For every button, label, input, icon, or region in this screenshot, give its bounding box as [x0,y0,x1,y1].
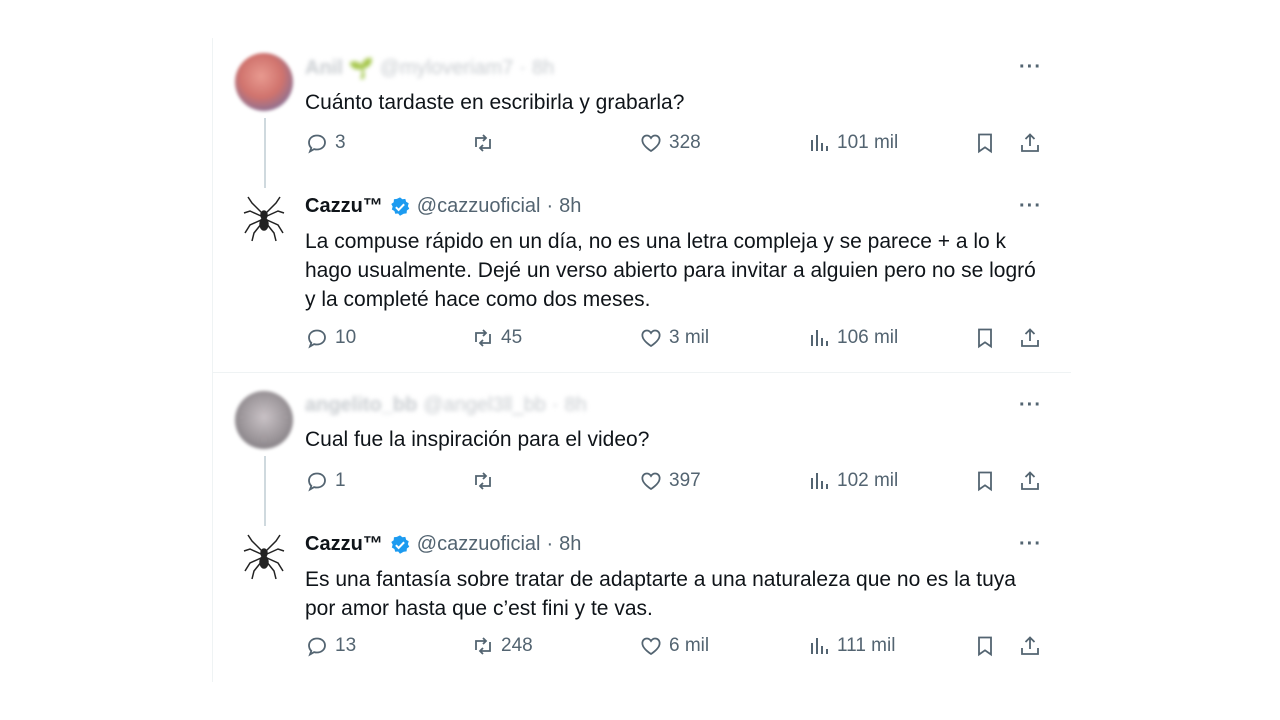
reply-icon [308,329,326,349]
author-emoji: 🌱 [348,58,374,80]
reply-icon [308,472,326,492]
more-options-button[interactable]: ··· [1019,56,1042,79]
spider-icon [243,196,285,242]
share-button[interactable] [1018,469,1042,493]
retweet-button[interactable] [471,131,501,155]
thread-connector [264,118,266,188]
more-options-button[interactable]: ··· [1019,533,1042,556]
author-handle[interactable]: @myloveriam7 [380,57,514,80]
thread-separator [213,372,1071,373]
tweet-actions: 10 45 3 mil 106 mil [305,326,1045,356]
like-count: 3 mil [669,327,710,348]
avatar[interactable] [235,391,293,449]
retweet-button[interactable]: 45 [471,326,522,350]
bookmark-button[interactable] [973,131,997,155]
author-name[interactable]: angelito_bb [305,394,417,417]
like-button[interactable]: 397 [639,469,701,493]
author-handle[interactable]: @cazzuoficial [417,195,541,218]
more-options-button[interactable]: ··· [1019,394,1042,417]
share-button[interactable] [1018,326,1042,350]
retweet-icon [475,637,491,655]
reply-count: 3 [335,132,346,153]
thread-connector [264,456,266,526]
view-count: 106 mil [837,327,899,348]
like-button[interactable]: 6 mil [639,634,709,658]
share-button[interactable] [1018,131,1042,155]
analytics-icon [811,473,828,489]
reply-icon [308,134,326,154]
view-count: 101 mil [837,132,899,153]
bookmark-icon [978,636,992,657]
views-button[interactable]: 106 mil [807,326,898,350]
share-icon [1021,328,1039,347]
analytics-icon [811,638,828,654]
reply-button[interactable]: 3 [305,131,346,155]
reply-icon [308,637,326,657]
author-handle[interactable]: @angel3ll_bb [423,394,546,417]
share-icon [1021,636,1039,655]
share-button[interactable] [1018,634,1042,658]
like-count: 397 [669,470,701,491]
tweet-text: Cual fue la inspiración para el video? [305,428,650,451]
reply-button[interactable]: 10 [305,326,356,350]
share-icon [1021,133,1039,152]
bookmark-icon [978,471,992,492]
heart-icon [641,329,661,348]
bookmark-button[interactable] [973,634,997,658]
author-name[interactable]: Anil [305,57,343,80]
tweet-text: Cuánto tardaste en escribirla y grabarla… [305,91,685,114]
avatar[interactable] [235,528,293,586]
bookmark-button[interactable] [973,326,997,350]
retweet-count: 248 [501,635,533,656]
tweet-time[interactable]: 8h [559,195,581,218]
tweet-actions: 13 248 6 mil 111 mil [305,634,1045,664]
reply-count: 13 [335,635,357,656]
author-name[interactable]: Cazzu™ [305,533,383,556]
views-button[interactable]: 111 mil [807,634,895,658]
verified-badge-icon [391,534,410,554]
share-icon [1021,471,1039,490]
bookmark-button[interactable] [973,469,997,493]
tweet-time[interactable]: 8h [532,57,554,80]
reply-count: 10 [335,327,357,348]
retweet-icon [475,472,491,490]
like-count: 6 mil [669,635,710,656]
conversation-thread: Anil 🌱 @myloveriam7 · 8h ··· Cuánto tard… [212,38,1071,682]
avatar[interactable] [235,190,293,248]
bookmark-icon [978,328,992,349]
analytics-icon [811,135,828,151]
tweet-time[interactable]: 8h [565,394,587,417]
tweet-actions: 3 328 101 mil [305,131,1045,161]
heart-icon [641,637,661,656]
tweet-actions: 1 397 102 mil [305,469,1045,499]
retweet-button[interactable] [471,469,501,493]
like-button[interactable]: 328 [639,131,701,155]
verified-badge-icon [391,196,410,216]
retweet-button[interactable]: 248 [471,634,533,658]
views-button[interactable]: 101 mil [807,131,898,155]
views-button[interactable]: 102 mil [807,469,898,493]
author-handle[interactable]: @cazzuoficial [417,533,541,556]
like-count: 328 [669,132,701,153]
avatar[interactable] [235,53,293,111]
tweet-text: La compuse rápido en un día, no es una l… [305,230,1036,311]
reply-count: 1 [335,470,346,491]
bookmark-icon [978,133,992,154]
heart-icon [641,134,661,153]
heart-icon [641,472,661,491]
retweet-icon [475,134,491,152]
reply-button[interactable]: 1 [305,469,346,493]
reply-button[interactable]: 13 [305,634,356,658]
author-name[interactable]: Cazzu™ [305,195,383,218]
retweet-icon [475,329,491,347]
view-count: 102 mil [837,470,899,491]
view-count: 111 mil [837,635,896,656]
like-button[interactable]: 3 mil [639,326,709,350]
tweet-text: Es una fantasía sobre tratar de adaptart… [305,568,1016,620]
spider-icon [243,534,285,580]
analytics-icon [811,330,828,346]
more-options-button[interactable]: ··· [1019,195,1042,218]
tweet-time[interactable]: 8h [559,533,581,556]
retweet-count: 45 [501,327,523,348]
